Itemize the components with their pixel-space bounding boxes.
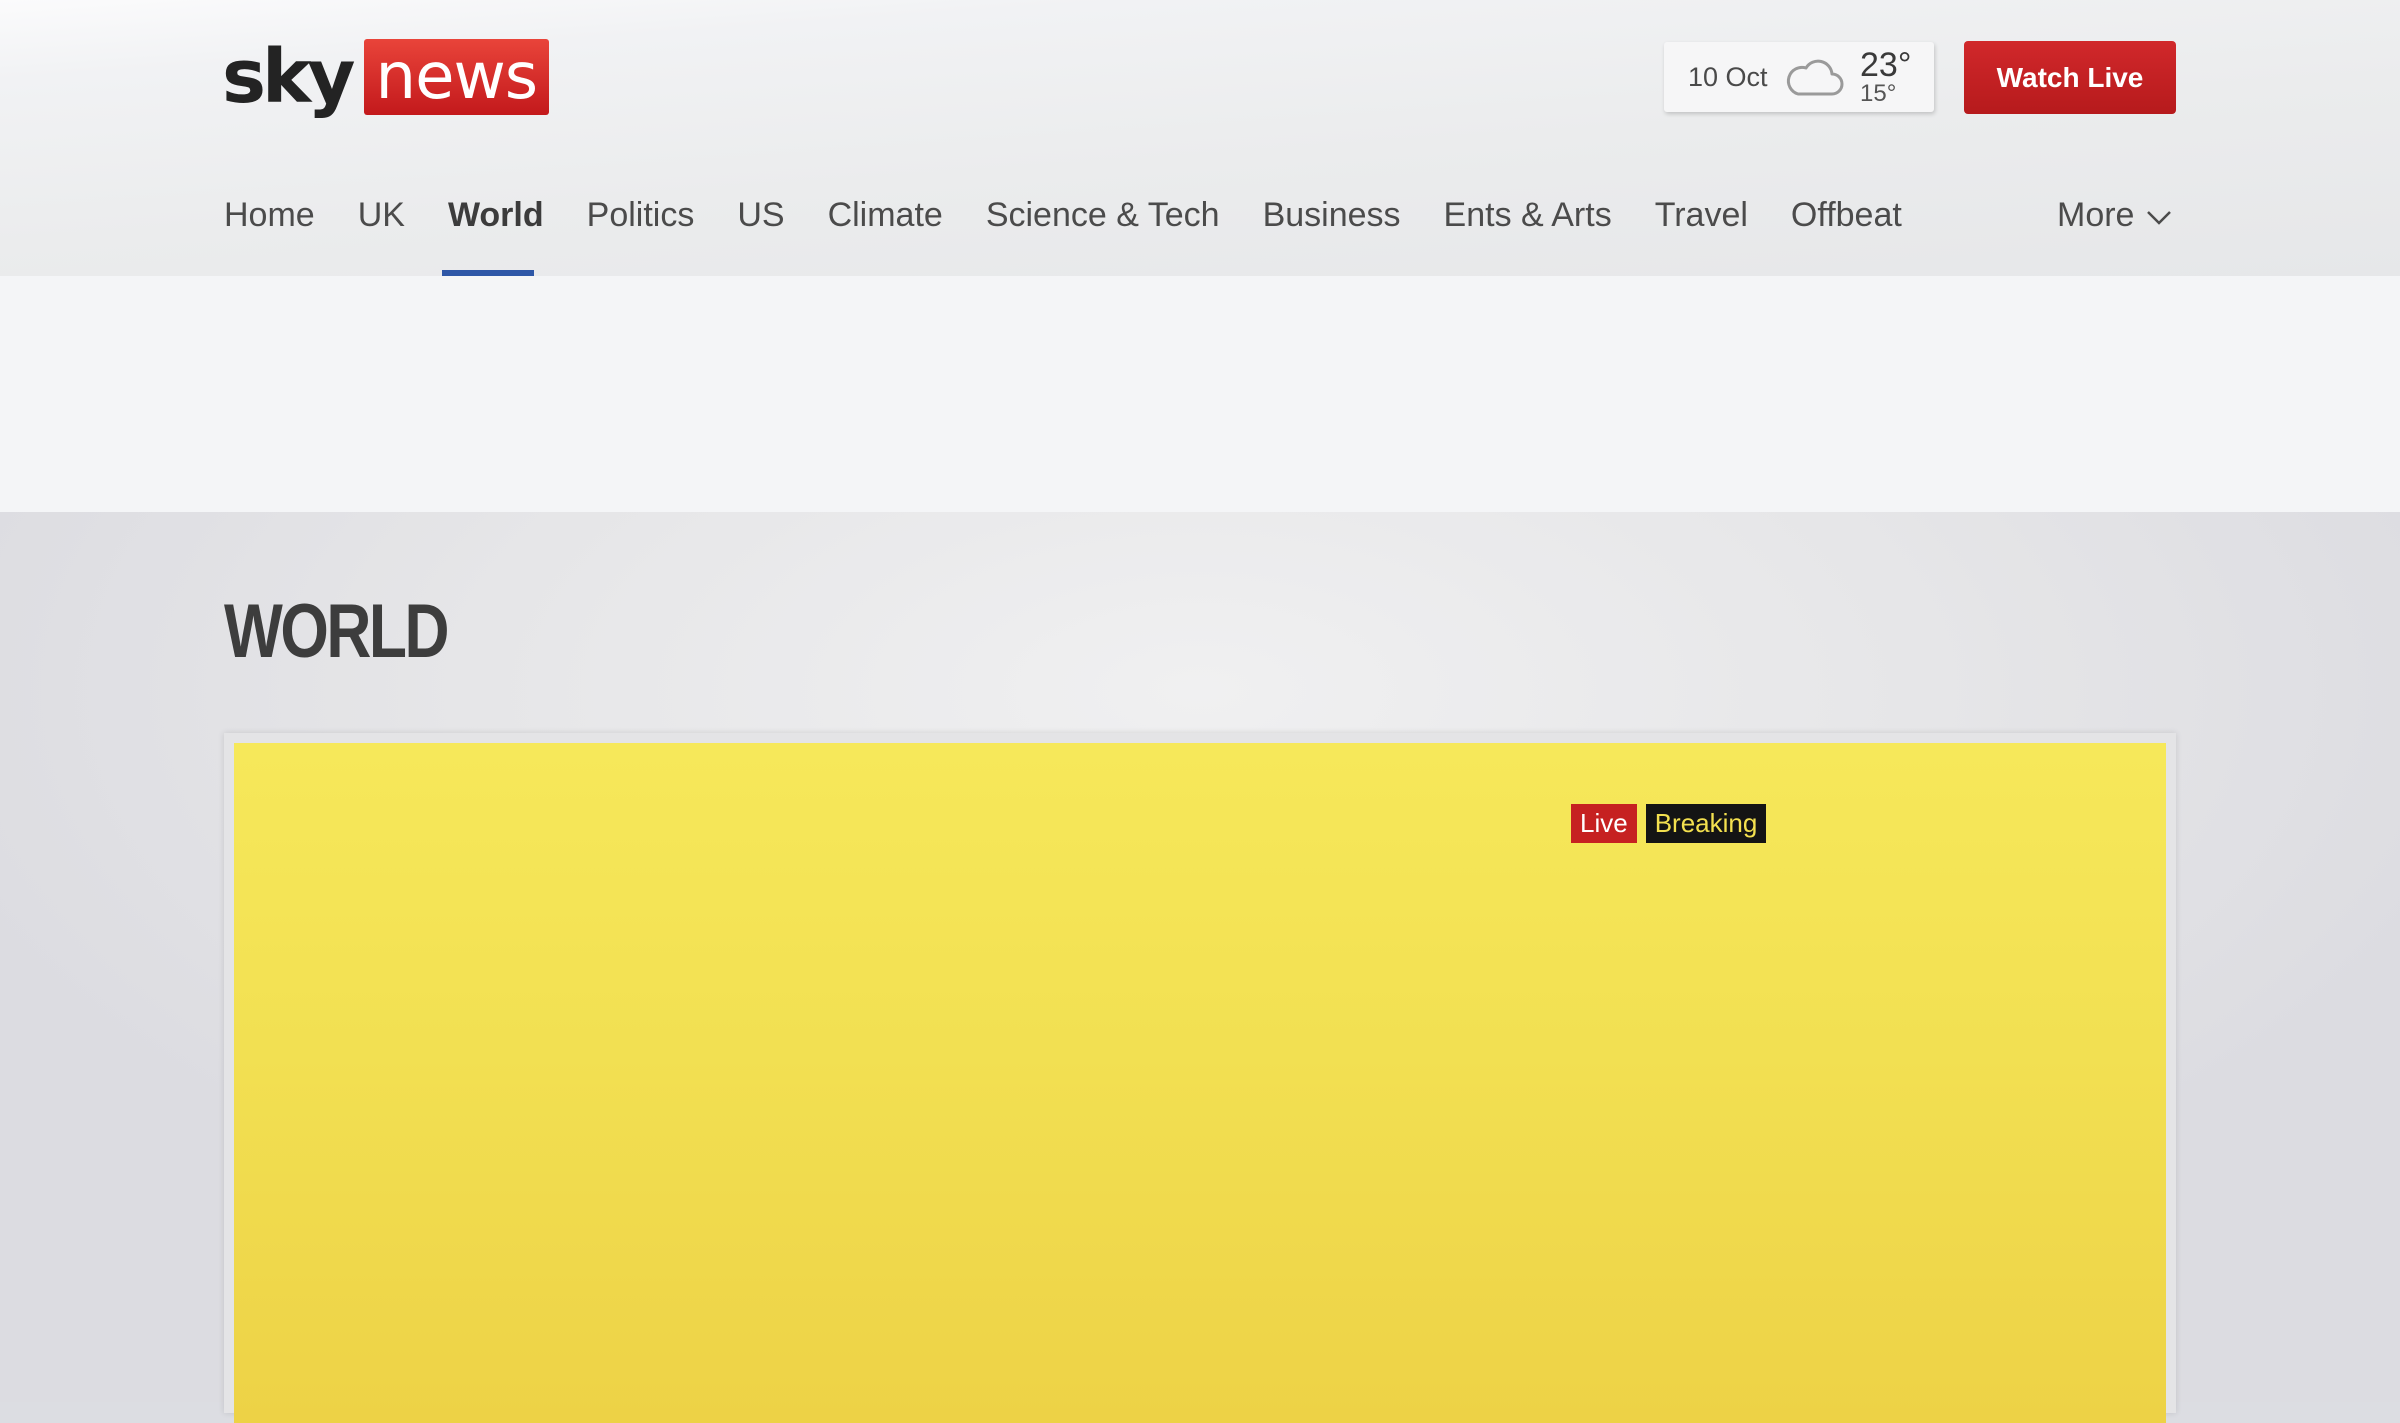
chevron-down-icon	[2134, 196, 2172, 235]
temperature-low: 15°	[1860, 80, 1897, 107]
nav-item-ents-arts[interactable]: Ents & Arts	[1444, 196, 1612, 236]
weather-widget[interactable]: 10 Oct 23° 15°	[1664, 42, 1934, 112]
nav-item-uk[interactable]: UK	[358, 196, 405, 236]
hero-image-area[interactable]	[234, 743, 2166, 1423]
nav-more-label: More	[2057, 196, 2135, 234]
nav-item-offbeat[interactable]: Offbeat	[1791, 196, 1902, 236]
live-badge: Live	[1571, 804, 1637, 843]
weather-date: 10 Oct	[1688, 62, 1768, 92]
sky-news-logo[interactable]: sky news	[222, 34, 550, 120]
nav-item-world[interactable]: World	[448, 196, 544, 236]
nav-more-menu[interactable]: More	[2057, 196, 2172, 235]
nav-item-travel[interactable]: Travel	[1655, 196, 1748, 236]
hero-badges: Live Breaking	[1571, 804, 1767, 843]
advert-placeholder	[0, 276, 2400, 512]
watch-live-button[interactable]: Watch Live	[1964, 41, 2176, 114]
hero-card[interactable]	[224, 733, 2176, 1423]
logo-sky-text: sky	[222, 34, 355, 120]
nav-item-climate[interactable]: Climate	[828, 196, 943, 236]
main-nav: Home UK World Politics US Climate Scienc…	[224, 196, 1945, 236]
nav-item-science-tech[interactable]: Science & Tech	[986, 196, 1220, 236]
nav-item-business[interactable]: Business	[1263, 196, 1401, 236]
site-header: sky news 10 Oct 23° 15° Watch Live Home …	[0, 0, 2400, 276]
breaking-badge: Breaking	[1645, 804, 1767, 843]
logo-news-box: news	[363, 39, 550, 115]
cloud-icon	[1784, 54, 1844, 105]
nav-item-home[interactable]: Home	[224, 196, 315, 236]
nav-item-us[interactable]: US	[737, 196, 784, 236]
page-title: WORLD	[224, 589, 450, 674]
nav-item-politics[interactable]: Politics	[587, 196, 695, 236]
